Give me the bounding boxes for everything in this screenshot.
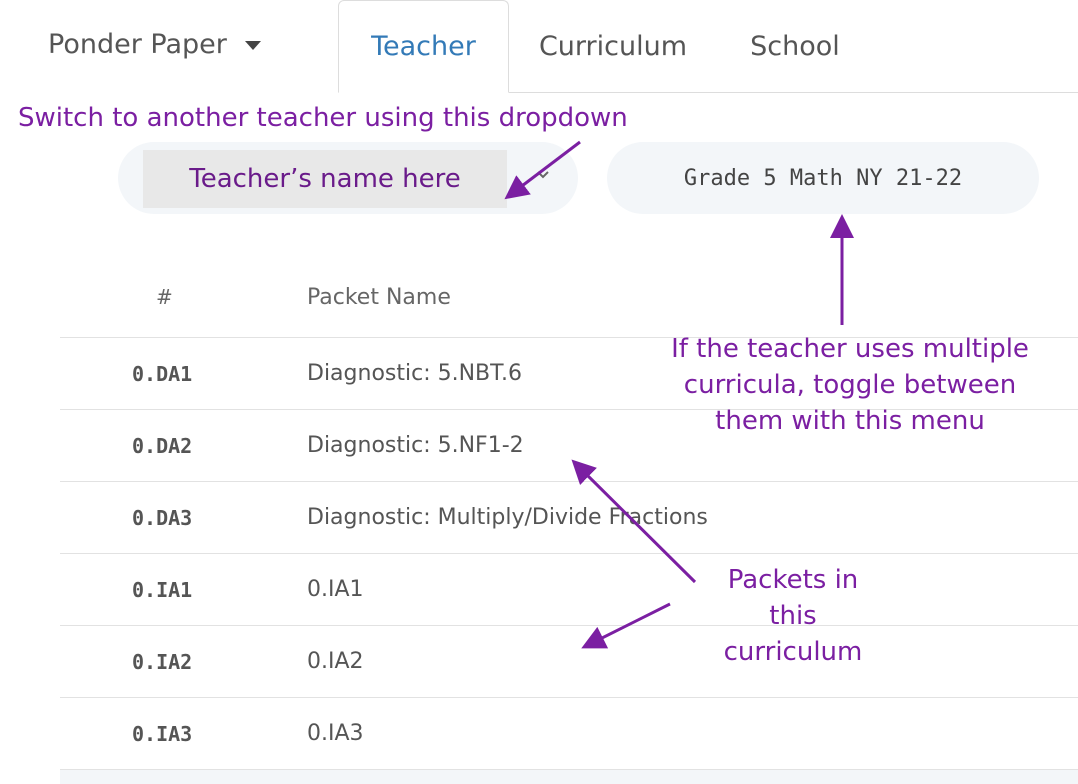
packet-code: 0.DA3 (132, 506, 193, 530)
packet-code: 0.IA1 (132, 578, 193, 602)
annotation-switch-teacher: Switch to another teacher using this dro… (18, 103, 628, 133)
packet-name: Diagnostic: Multiply/Divide Fractions (307, 505, 708, 530)
teacher-select-value: Teacher’s name here (143, 150, 507, 208)
packet-code: 0.IA2 (132, 650, 193, 674)
annotation-line: them with this menu (715, 406, 985, 436)
tab-label: School (750, 31, 840, 62)
packet-name: 0.IA1 (307, 577, 364, 602)
annotation-packets: Packets in this curriculum (708, 562, 878, 670)
annotation-line: this (769, 601, 817, 631)
tab-curriculum[interactable]: Curriculum (520, 0, 706, 93)
packet-code: 0.DA2 (132, 434, 193, 458)
table-row[interactable]: 0.DA3 Diagnostic: Multiply/Divide Fracti… (60, 481, 1078, 553)
packet-code: 0.DA1 (132, 362, 193, 386)
packet-name: 0.IA3 (307, 721, 364, 746)
packet-code: 0.IA3 (132, 722, 193, 746)
column-header-number: # (156, 285, 173, 309)
annotation-curricula: If the teacher uses multiple curricula, … (660, 331, 1040, 439)
caret-down-icon (244, 41, 261, 50)
table-row[interactable]: 0.IA2 0.IA2 (60, 625, 1078, 697)
page: Ponder Paper Teacher Curriculum School T… (0, 0, 1078, 784)
tab-school[interactable]: School (730, 0, 860, 93)
table-row-partial (60, 769, 1078, 784)
annotation-line: If the teacher uses multiple (671, 334, 1029, 364)
packet-name: 0.IA2 (307, 649, 364, 674)
brand-label: Ponder Paper (48, 28, 227, 60)
packet-name: Diagnostic: 5.NF1-2 (307, 433, 524, 458)
chevron-down-icon (537, 171, 549, 179)
curriculum-select-value: Grade 5 Math NY 21-22 (683, 165, 963, 191)
tab-label: Teacher (371, 31, 476, 62)
tab-teacher[interactable]: Teacher (338, 0, 509, 93)
curriculum-select[interactable]: Grade 5 Math NY 21-22 (607, 142, 1039, 214)
column-header-packet-name: Packet Name (307, 285, 451, 310)
packet-name: Diagnostic: 5.NBT.6 (307, 361, 522, 386)
table-row[interactable]: 0.IA1 0.IA1 (60, 553, 1078, 625)
annotation-line: curricula, toggle between (683, 370, 1017, 400)
annotation-line: Packets in (727, 565, 859, 595)
brand-dropdown[interactable]: Ponder Paper (48, 22, 261, 66)
teacher-select[interactable]: Teacher’s name here (118, 142, 578, 214)
tab-label: Curriculum (538, 31, 688, 62)
annotation-line: curriculum (723, 637, 863, 667)
table-row[interactable]: 0.IA3 0.IA3 (60, 697, 1078, 769)
